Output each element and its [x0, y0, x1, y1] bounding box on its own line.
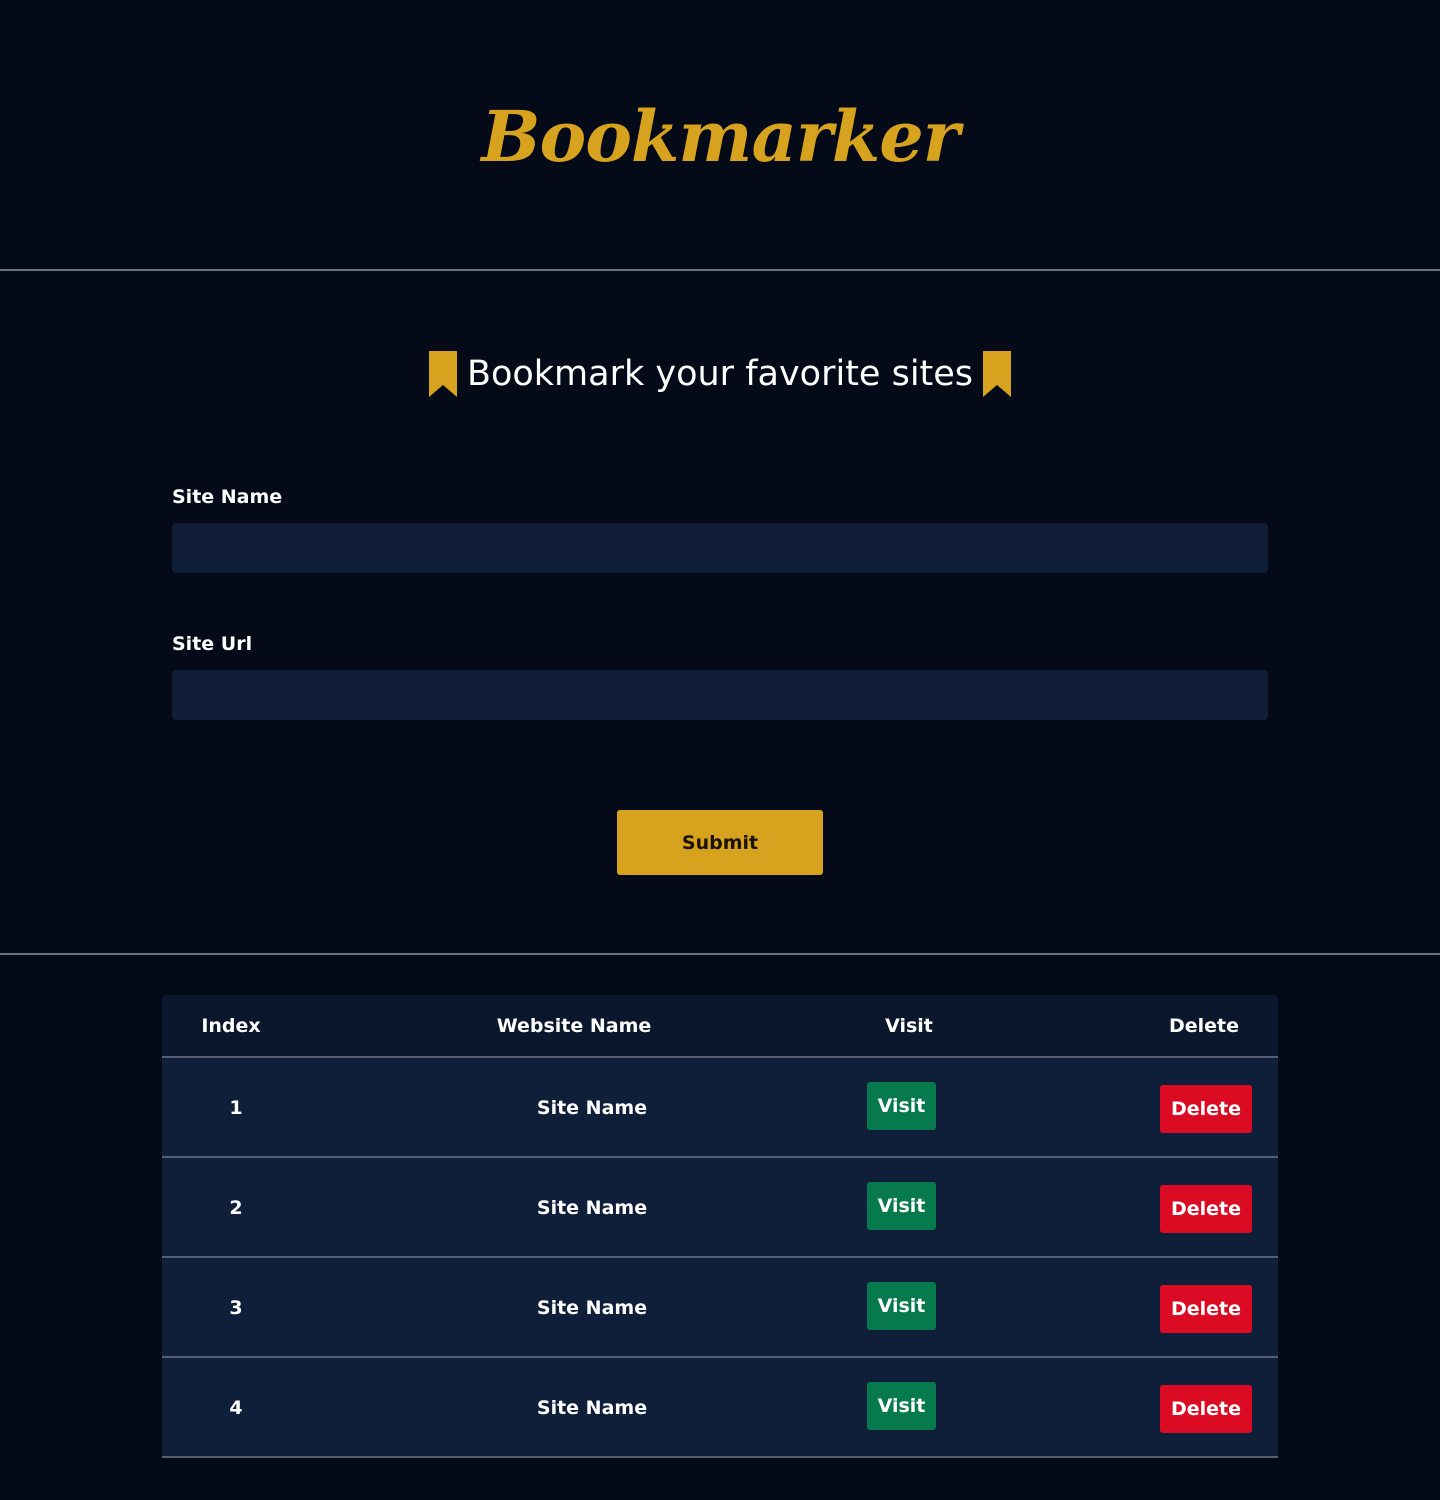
table-row: 3 Site Name Visit Delete [162, 1258, 1278, 1358]
site-name-label: Site Name [172, 486, 283, 508]
table-row: 1 Site Name Visit Delete [162, 1058, 1278, 1158]
delete-button[interactable]: Delete [1160, 1285, 1252, 1333]
header-delete: Delete [1168, 1015, 1240, 1037]
page-headline: Bookmark your favorite sites [0, 348, 1440, 400]
delete-button[interactable]: Delete [1160, 1385, 1252, 1433]
bookmark-icon [983, 351, 1012, 397]
submit-button[interactable]: Submit [617, 810, 823, 875]
page-title: Bookmark your favorite sites [466, 354, 974, 394]
section-divider [0, 953, 1440, 955]
bookmark-icon [428, 351, 457, 397]
bookmarks-table: Index Website Name Visit Delete 1 Site N… [162, 995, 1278, 1458]
visit-button[interactable]: Visit [867, 1382, 936, 1430]
row-site-name: Site Name [536, 1197, 648, 1219]
row-index: 2 [229, 1197, 243, 1219]
visit-button[interactable]: Visit [867, 1182, 936, 1230]
row-site-name: Site Name [536, 1397, 648, 1419]
header-website-name: Website Name [496, 1015, 652, 1037]
row-index: 3 [229, 1297, 243, 1319]
table-row: 4 Site Name Visit Delete [162, 1358, 1278, 1458]
table-row: 2 Site Name Visit Delete [162, 1158, 1278, 1258]
row-index: 1 [229, 1097, 243, 1119]
site-name-input[interactable] [172, 523, 1268, 573]
delete-button[interactable]: Delete [1160, 1185, 1252, 1233]
header-index: Index [201, 1015, 261, 1037]
delete-button[interactable]: Delete [1160, 1085, 1252, 1133]
row-site-name: Site Name [536, 1297, 648, 1319]
row-index: 4 [229, 1397, 243, 1419]
site-url-label: Site Url [172, 633, 253, 655]
visit-button[interactable]: Visit [867, 1282, 936, 1330]
site-header: Bookmarker [0, 0, 1440, 270]
header-divider [0, 269, 1440, 271]
site-url-input[interactable] [172, 670, 1268, 720]
row-site-name: Site Name [536, 1097, 648, 1119]
brand-logo: Bookmarker [481, 95, 959, 178]
header-visit: Visit [885, 1015, 933, 1037]
visit-button[interactable]: Visit [867, 1082, 936, 1130]
table-header-row: Index Website Name Visit Delete [162, 995, 1278, 1058]
